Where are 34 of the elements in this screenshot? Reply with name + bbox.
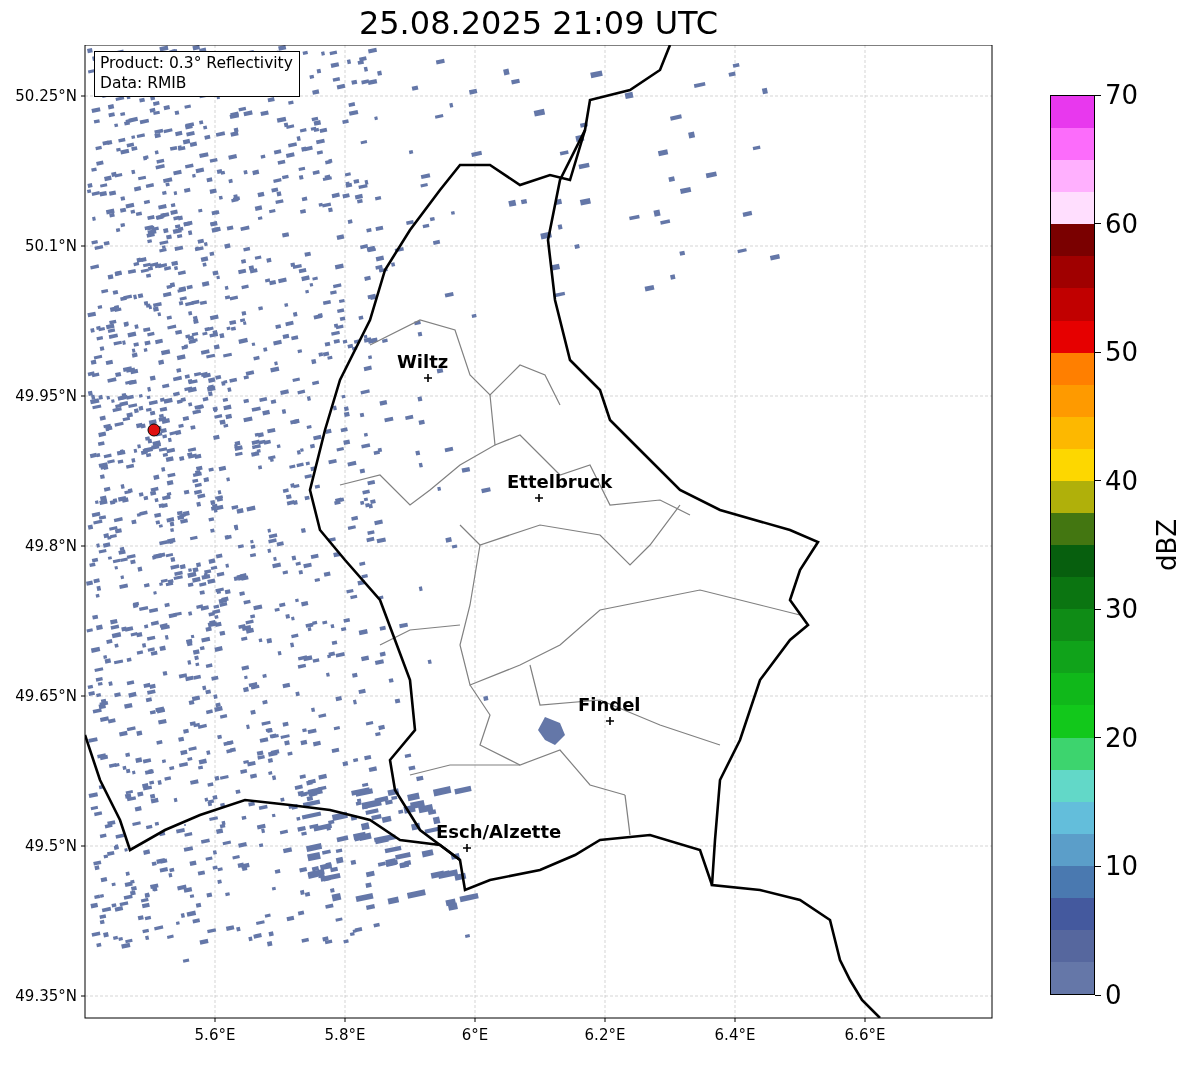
city-label: Esch/Alzette <box>436 821 562 842</box>
colorbar-tick-label: 60 <box>1105 210 1139 237</box>
latitude-label: 49.35°N <box>15 987 77 1005</box>
info-line: Data: RMIB <box>100 73 188 93</box>
colorbar-tick-label: 40 <box>1105 467 1139 494</box>
city-marker-icon <box>423 373 433 383</box>
latitude-label: 49.5°N <box>24 837 77 855</box>
info-line: Product: 0.3° Reflectivity <box>100 53 293 73</box>
latitude-label: 49.95°N <box>15 387 77 405</box>
city-label: Wiltz <box>397 351 449 372</box>
latitude-label: 50.1°N <box>24 237 77 255</box>
longitude-label: 5.8°E <box>324 1026 366 1044</box>
longitude-label: 6.4°E <box>714 1026 756 1044</box>
city-marker-icon <box>534 493 544 503</box>
colorbar-tick-label: 10 <box>1105 853 1139 880</box>
chart-title: 25.08.2025 21:09 UTC <box>358 3 719 42</box>
city-marker-icon <box>462 843 472 853</box>
colorbar-tick-label: 0 <box>1105 982 1122 1008</box>
latitude-label: 49.65°N <box>15 687 77 705</box>
colorbar-axis-label: dBZ <box>1152 518 1183 572</box>
longitude-label: 5.6°E <box>194 1026 236 1044</box>
latitude-label: 49.8°N <box>24 537 77 555</box>
longitude-label: 6.6°E <box>844 1026 886 1044</box>
colorbar-tick-label: 50 <box>1105 339 1139 366</box>
latitude-label: 50.25°N <box>15 87 77 105</box>
longitude-label: 6°E <box>461 1026 489 1044</box>
colorbar-tick-label: 20 <box>1105 724 1139 751</box>
city-label: Ettelbruck <box>507 471 613 492</box>
city-marker-icon <box>605 716 615 726</box>
colorbar-tick-label: 30 <box>1105 596 1139 623</box>
longitude-label: 6.2°E <box>584 1026 626 1044</box>
city-label: Findel <box>578 694 641 715</box>
radar-site-icon <box>147 423 161 437</box>
colorbar-tick-label: 70 <box>1105 82 1139 108</box>
